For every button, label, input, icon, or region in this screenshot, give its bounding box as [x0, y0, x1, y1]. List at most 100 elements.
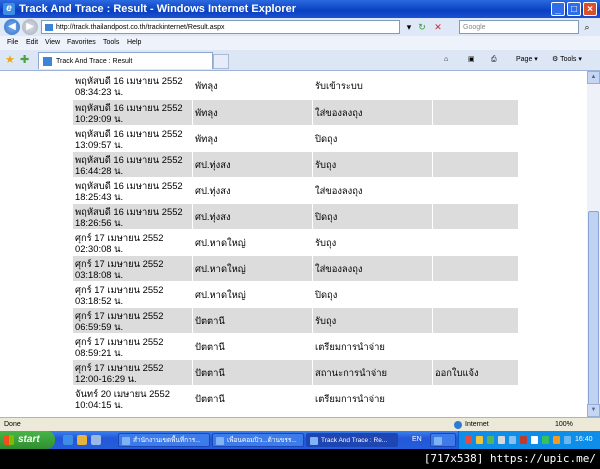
zoom-level[interactable]: 100%: [555, 418, 573, 432]
new-tab-button[interactable]: [213, 54, 229, 69]
result-cell: [432, 71, 519, 100]
taskbar-item-2[interactable]: เพื่อนคอมปิว...ด้านขรร...: [212, 433, 304, 447]
table-row: จันทร์ 20 เมษายน 2552 10:04:15 น. ปัตตานีเ…: [72, 385, 519, 412]
table-row: พฤหัสบดี 16 เมษายน 2552 08:34:23 น. พัทลุง…: [72, 71, 519, 100]
zone-label: Internet: [465, 421, 489, 428]
tray-icon-2[interactable]: [476, 436, 483, 444]
forward-button[interactable]: ▶: [22, 19, 38, 35]
menu-favorites[interactable]: Favorites: [67, 36, 96, 50]
page-menu[interactable]: Page ▾: [516, 54, 538, 66]
status-cell: รับถุง: [312, 307, 433, 334]
taskbar-item-label: เพื่อนคอมปิว...ด้านขรร...: [227, 437, 297, 444]
page-content: พฤหัสบดี 16 เมษายน 2552 08:34:23 น. พัทลุง…: [0, 71, 587, 417]
tab-bar: ★ ✚ Track And Trace : Result ⌂ ▣ ⎙ Page …: [0, 50, 600, 71]
result-cell: [432, 255, 519, 282]
menu-file[interactable]: File: [7, 36, 18, 50]
desktop-quicklaunch-icon[interactable]: [91, 435, 101, 445]
taskbar-item-4[interactable]: [430, 433, 456, 447]
vertical-scrollbar[interactable]: ▲ ▼: [587, 71, 600, 417]
status-cell: รับถุง: [312, 229, 433, 256]
date-time-cell: พฤหัสบดี 16 เมษายน 2552 18:25:43 น.: [72, 177, 193, 204]
ie-logo-icon: e: [3, 3, 15, 15]
location-cell: ศป.ทุ่งสง: [192, 177, 313, 204]
search-icon[interactable]: ⌕: [581, 21, 593, 33]
tray-icon-1[interactable]: [465, 436, 472, 444]
print-icon[interactable]: ⎙: [491, 54, 497, 66]
table-row: ศุกร์ 17 เมษายน 2552 02:30:08 น. ศป.หาดใหญ…: [72, 229, 519, 256]
status-cell: ปิดถุง: [312, 203, 433, 230]
table-row: พฤหัสบดี 16 เมษายน 2552 13:09:57 น. พัทลุง…: [72, 125, 519, 152]
refresh-icon[interactable]: ↻: [415, 20, 429, 34]
location-cell: ศป.ทุ่งสง: [192, 203, 313, 230]
result-cell: [432, 177, 519, 204]
tray-icon-5[interactable]: [509, 436, 516, 444]
start-button[interactable]: start: [0, 431, 55, 449]
menu-view[interactable]: View: [45, 36, 60, 50]
taskbar-item-label: สำนักงานเขตพื้นที่การ...: [133, 437, 201, 444]
home-icon[interactable]: ⌂: [444, 54, 448, 66]
tray-icon-8[interactable]: [542, 436, 549, 444]
address-url: http://track.thailandpost.co.th/trackint…: [56, 24, 225, 31]
tools-menu[interactable]: ⚙ Tools ▾: [552, 54, 582, 66]
table-row: ศุกร์ 17 เมษายน 2552 03:18:08 น. ศป.หาดใหญ…: [72, 255, 519, 282]
tray-icon-6[interactable]: [520, 436, 527, 444]
date-time-cell: ศุกร์ 17 เมษายน 2552 12:00-16:29 น.: [72, 359, 193, 386]
tab-track-and-trace[interactable]: Track And Trace : Result: [38, 52, 213, 69]
add-favorites-icon[interactable]: ✚: [20, 53, 29, 67]
folder-quicklaunch-icon[interactable]: [77, 435, 87, 445]
favorites-star-icon[interactable]: ★: [5, 53, 15, 67]
tray-icon-3[interactable]: [487, 436, 494, 444]
location-cell: ปัตตานี: [192, 307, 313, 334]
location-cell: ปัตตานี: [192, 333, 313, 360]
table-row: ศุกร์ 17 เมษายน 2552 06:59:59 น. ปัตตานี รั…: [72, 307, 519, 334]
location-cell: พัทลุง: [192, 71, 313, 100]
date-time-cell: ศุกร์ 17 เมษายน 2552 03:18:52 น.: [72, 281, 193, 308]
result-cell: [432, 99, 519, 126]
ie-window: e Track And Trace : Result - Windows Int…: [0, 0, 600, 449]
status-cell: รับเข้าระบบ: [312, 71, 433, 100]
table-row: ศุกร์ 17 เมษายน 2552 12:00-16:29 น. ปัตตาน…: [72, 359, 519, 386]
taskbar-item-icon: [434, 437, 442, 445]
language-indicator[interactable]: EN: [412, 431, 422, 449]
tray-icon-4[interactable]: [498, 436, 505, 444]
status-cell: ใส่ของลงถุง: [312, 99, 433, 126]
maximize-button[interactable]: □: [567, 2, 581, 16]
page-icon: [45, 24, 53, 31]
taskbar: start สำนักงานเขตพื้นที่การ... เพื่อนคอม…: [0, 431, 600, 449]
minimize-button[interactable]: _: [551, 2, 565, 16]
search-input[interactable]: Google: [459, 20, 579, 34]
tab-page-icon: [43, 57, 52, 66]
scroll-thumb[interactable]: [588, 211, 599, 411]
scroll-down-icon[interactable]: ▼: [587, 404, 600, 417]
tracking-table: พฤหัสบดี 16 เมษายน 2552 08:34:23 น. พัทลุง…: [72, 71, 519, 412]
location-cell: ศป.หาดใหญ่: [192, 229, 313, 256]
table-row: ศุกร์ 17 เมษายน 2552 08:59:21 น. ปัตตานี เต…: [72, 333, 519, 360]
location-cell: ปัตตานี: [192, 359, 313, 386]
taskbar-item-1[interactable]: สำนักงานเขตพื้นที่การ...: [118, 433, 210, 447]
tray-icon-9[interactable]: [553, 436, 560, 444]
menu-edit[interactable]: Edit: [26, 36, 38, 50]
address-input[interactable]: http://track.thailandpost.co.th/trackint…: [41, 20, 400, 34]
feeds-icon[interactable]: ▣: [468, 54, 475, 66]
scroll-up-icon[interactable]: ▲: [587, 71, 600, 84]
status-cell: สถานะการนำจ่าย: [312, 359, 433, 386]
menu-help[interactable]: Help: [127, 36, 141, 50]
volume-icon[interactable]: [531, 436, 538, 444]
close-button[interactable]: ×: [583, 2, 597, 16]
date-time-cell: พฤหัสบดี 16 เมษายน 2552 08:34:23 น.: [72, 71, 193, 100]
date-time-cell: พฤหัสบดี 16 เมษายน 2552 10:29:09 น.: [72, 99, 193, 126]
tray-icon-10[interactable]: [564, 436, 571, 444]
date-time-cell: จันทร์ 20 เมษายน 2552 10:04:15 น.: [72, 385, 193, 412]
watermark-text: [717x538] https://upic.me/: [423, 452, 596, 465]
address-dropdown-icon[interactable]: ▾: [402, 20, 416, 34]
taskbar-item-3[interactable]: Track And Trace : Re...: [306, 433, 398, 447]
stop-icon[interactable]: ✕: [431, 20, 445, 34]
clock: 16:40: [575, 436, 593, 443]
menu-tools[interactable]: Tools: [103, 36, 119, 50]
status-cell: ใส่ของลงถุง: [312, 177, 433, 204]
table-row: พฤหัสบดี 16 เมษายน 2552 18:25:43 น. ศป.ทุ่…: [72, 177, 519, 204]
result-cell: [432, 229, 519, 256]
ie-quicklaunch-icon[interactable]: [63, 435, 73, 445]
taskbar-item-icon: [310, 437, 318, 445]
back-button[interactable]: ◀: [4, 19, 20, 35]
